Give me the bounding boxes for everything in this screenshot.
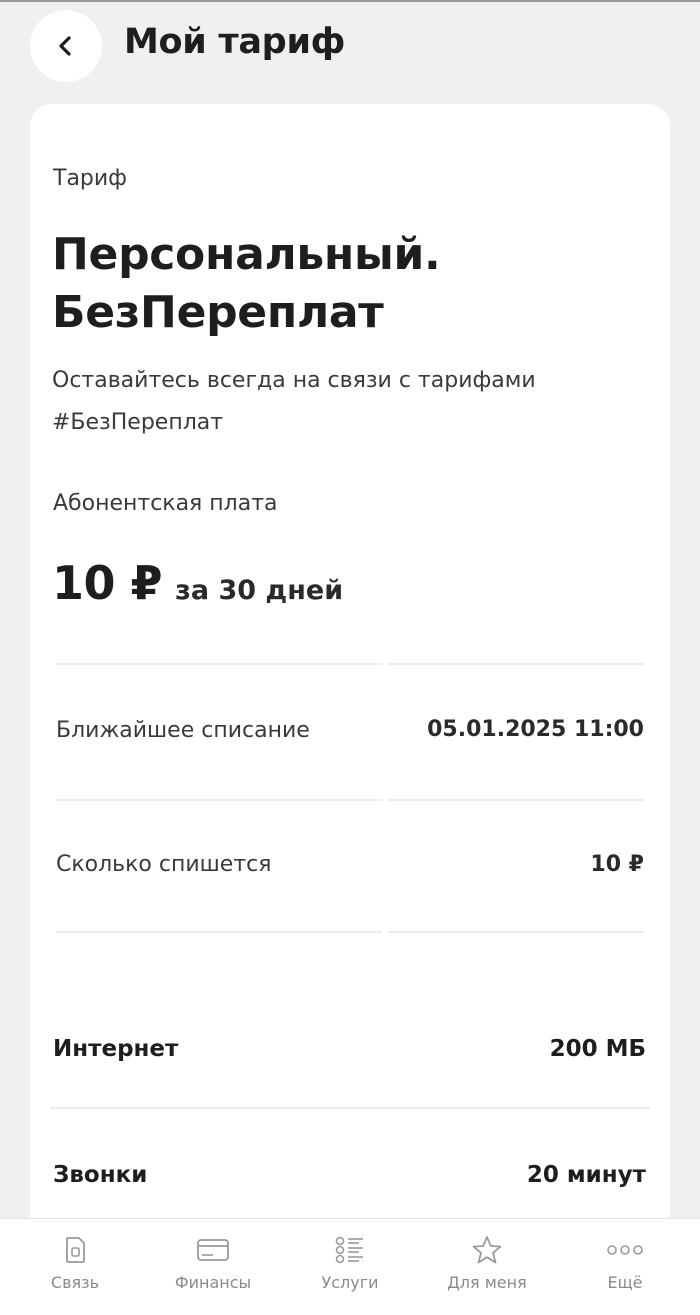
- nav-label-finance: Финансы: [174, 1273, 252, 1292]
- fee-amount: 10 ₽: [52, 556, 163, 610]
- nav-item-for-me[interactable]: Для меня: [432, 1219, 542, 1315]
- nav-item-finance[interactable]: Финансы: [158, 1219, 268, 1315]
- section-label: Тариф: [53, 166, 127, 191]
- tariff-description: Оставайтесь всегда на связи с тарифами #…: [52, 368, 536, 435]
- sim-card-icon: [62, 1235, 88, 1269]
- next-charge-label: Ближайшее списание: [56, 718, 310, 743]
- divider: [388, 931, 644, 933]
- bottom-nav: Связь Финансы Услуги Для меня Ещё: [0, 1218, 700, 1315]
- divider: [56, 799, 382, 801]
- nav-item-more[interactable]: Ещё: [590, 1219, 660, 1315]
- more-dots-icon: [605, 1235, 645, 1269]
- nav-label-more: Ещё: [607, 1273, 643, 1292]
- divider: [388, 799, 644, 801]
- tariff-name: Персональный. БезПереплат: [52, 229, 441, 338]
- header: Мой тариф: [0, 2, 700, 98]
- page-title: Мой тариф: [124, 22, 346, 62]
- charge-amount-label: Сколько спишется: [56, 852, 272, 877]
- feature-calls-value: 20 минут: [526, 1162, 646, 1188]
- divider: [56, 663, 382, 665]
- star-icon: [471, 1235, 503, 1269]
- back-button[interactable]: [30, 10, 102, 82]
- services-list-icon: [333, 1235, 367, 1269]
- nav-label-services: Услуги: [321, 1273, 379, 1292]
- charge-amount-value: 10 ₽: [590, 852, 644, 877]
- feature-calls-label: Звонки: [53, 1162, 148, 1188]
- fee-row: 10 ₽ за 30 дней: [52, 556, 343, 610]
- next-charge-value: 05.01.2025 11:00: [427, 717, 644, 742]
- fee-period: за 30 дней: [175, 575, 344, 606]
- nav-label-svyaz: Связь: [50, 1273, 100, 1292]
- tariff-card: Тариф Персональный. БезПереплат Оставайт…: [30, 104, 670, 1234]
- card-icon: [195, 1235, 231, 1269]
- feature-internet-label: Интернет: [53, 1036, 179, 1062]
- fee-label: Абонентская плата: [53, 491, 278, 516]
- divider: [388, 663, 644, 665]
- chevron-left-icon: [55, 34, 77, 58]
- divider: [50, 1107, 650, 1109]
- nav-label-for-me: Для меня: [447, 1273, 527, 1292]
- nav-item-svyaz[interactable]: Связь: [30, 1219, 120, 1315]
- nav-item-services[interactable]: Услуги: [300, 1219, 400, 1315]
- feature-internet-value: 200 МБ: [549, 1036, 646, 1062]
- divider: [56, 931, 382, 933]
